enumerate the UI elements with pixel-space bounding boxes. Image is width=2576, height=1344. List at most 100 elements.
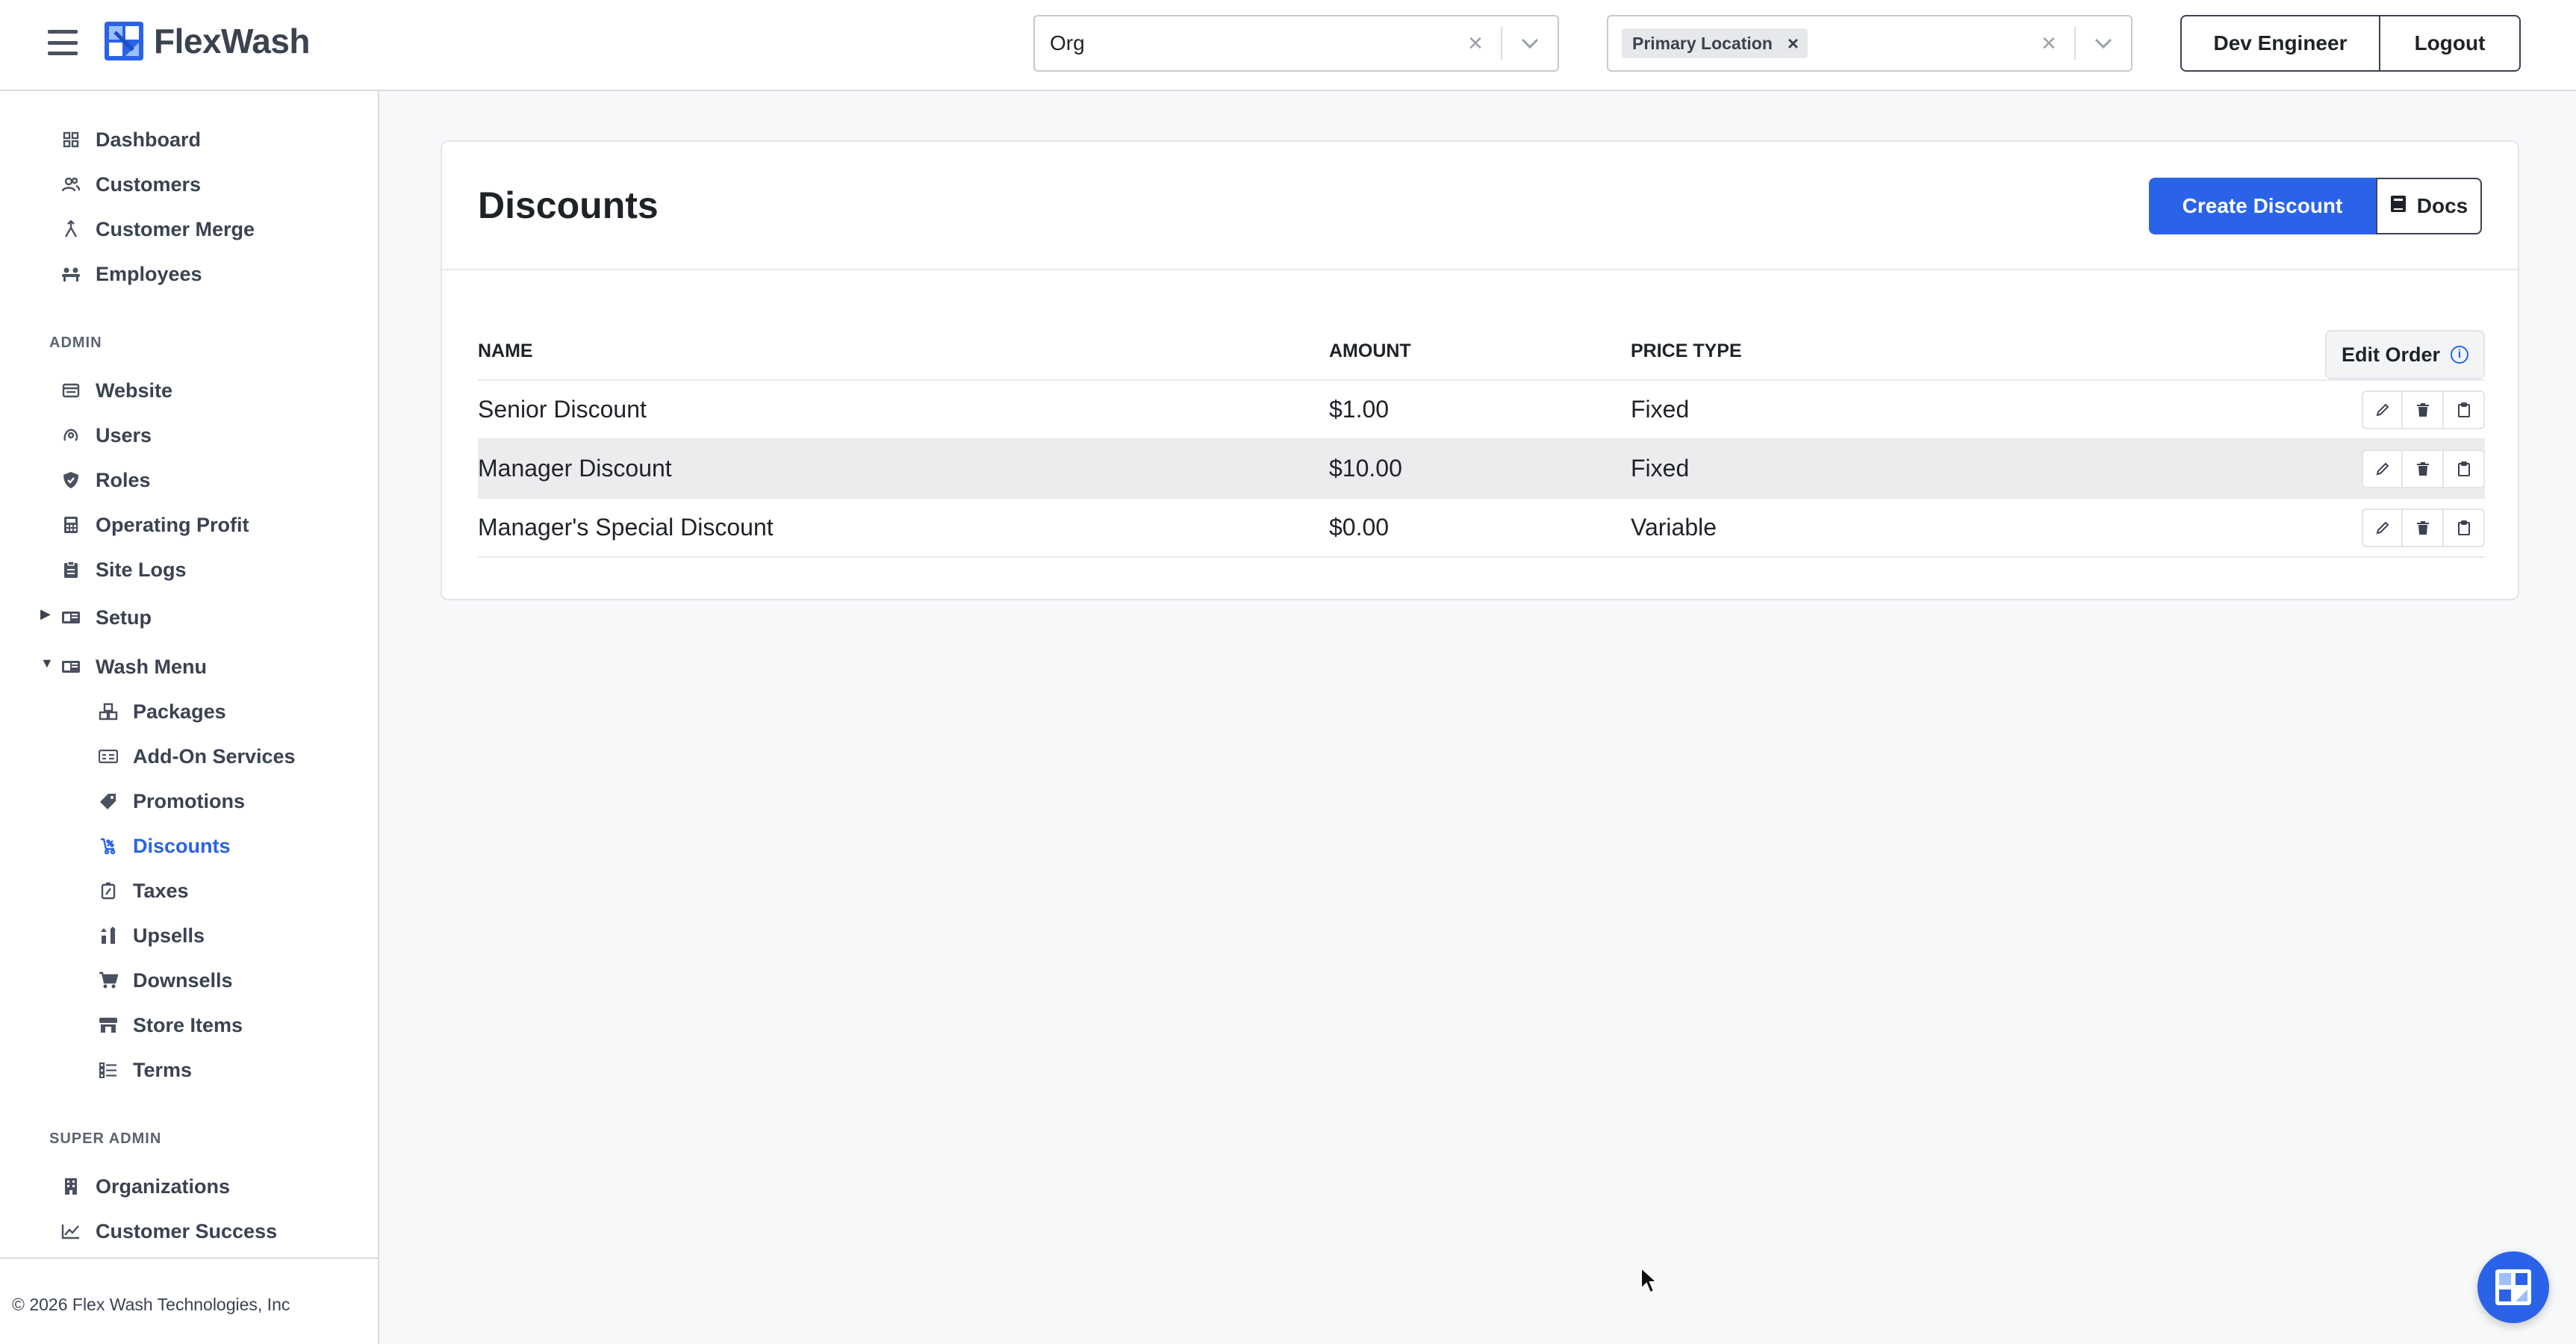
section-label-super-admin: SUPER ADMIN xyxy=(49,1130,162,1147)
sidebar-item-label: Downsells xyxy=(133,968,233,992)
sidebar-item-label: Website xyxy=(96,379,173,402)
logout-button[interactable]: Logout xyxy=(2380,15,2521,72)
website-icon xyxy=(61,381,81,400)
cell-name: Manager Discount xyxy=(478,455,672,482)
sidebar-item-store-items[interactable]: Store Items xyxy=(99,1007,243,1044)
sidebar-item-organizations[interactable]: Organizations xyxy=(61,1168,230,1205)
copy-clipboard-icon[interactable] xyxy=(2444,391,2485,429)
sidebar-item-discounts[interactable]: Discounts xyxy=(99,827,231,865)
table-row[interactable]: Manager Discount $10.00 Fixed xyxy=(478,440,2485,499)
sidebar-item-wash-menu[interactable]: Wash Menu xyxy=(61,648,207,685)
sidebar-item-site-logs[interactable]: Site Logs xyxy=(61,551,187,588)
org-select-value: Org xyxy=(1050,31,1085,55)
sidebar-item-label: Taxes xyxy=(133,879,189,902)
sidebar-item-label: Users xyxy=(96,423,152,447)
section-label-admin: ADMIN xyxy=(49,335,102,351)
user-button[interactable]: Dev Engineer xyxy=(2180,15,2380,72)
help-chat-button[interactable] xyxy=(2477,1251,2549,1323)
caret-right-icon[interactable]: ▶ xyxy=(40,606,51,622)
building-icon xyxy=(61,1177,81,1196)
edit-pencil-icon[interactable] xyxy=(2362,391,2403,429)
column-header-name[interactable]: NAME xyxy=(478,321,533,381)
org-clear-icon[interactable]: × xyxy=(1450,27,1502,60)
location-clear-icon[interactable]: × xyxy=(2023,27,2076,60)
sidebar-item-label: Customers xyxy=(96,172,202,196)
sidebar-item-website[interactable]: Website xyxy=(61,372,172,409)
table-row[interactable]: Senior Discount $1.00 Fixed xyxy=(478,381,2485,440)
create-discount-button[interactable]: Create Discount xyxy=(2149,178,2376,234)
sidebar-item-customers[interactable]: Customers xyxy=(61,166,201,203)
sidebar-item-label: Site Logs xyxy=(96,558,187,581)
card-header: Discounts Create Discount Docs xyxy=(442,142,2518,270)
tag-icon xyxy=(99,791,118,811)
sidebar-item-upsells[interactable]: Upsells xyxy=(99,917,205,954)
discounts-card: Discounts Create Discount Docs NAME AMOU… xyxy=(441,140,2519,600)
copy-clipboard-icon[interactable] xyxy=(2444,449,2485,488)
sidebar-item-label: Store Items xyxy=(133,1013,243,1036)
terms-icon xyxy=(99,1060,118,1080)
table-row[interactable]: Manager's Special Discount $0.00 Variabl… xyxy=(478,499,2485,558)
edit-pencil-icon[interactable] xyxy=(2362,508,2403,547)
employees-icon xyxy=(61,264,81,284)
sidebar-item-label: Roles xyxy=(96,468,151,491)
sidebar-item-label: Discounts xyxy=(133,834,231,857)
mouse-cursor-icon xyxy=(1640,1266,1659,1294)
account-buttons: Dev Engineer Logout xyxy=(2180,15,2521,72)
sidebar-item-customer-merge[interactable]: Customer Merge xyxy=(61,211,255,248)
sidebar-item-taxes[interactable]: Taxes xyxy=(99,872,189,909)
delete-trash-icon[interactable] xyxy=(2403,391,2444,429)
org-select[interactable]: Org × xyxy=(1033,15,1559,72)
column-header-amount[interactable]: AMOUNT xyxy=(1329,321,1411,381)
location-chip: Primary Location × xyxy=(1622,28,1808,58)
wash-menu-icon xyxy=(61,657,81,676)
sidebar-item-downsells[interactable]: Downsells xyxy=(99,962,233,999)
sidebar-item-promotions[interactable]: Promotions xyxy=(99,783,245,820)
edit-pencil-icon[interactable] xyxy=(2362,449,2403,488)
sidebar-item-label: Promotions xyxy=(133,789,246,812)
docs-button[interactable]: Docs xyxy=(2376,178,2482,234)
sidebar-item-label: Operating Profit xyxy=(96,513,249,536)
chip-remove-icon[interactable]: × xyxy=(1788,32,1799,55)
chart-line-icon xyxy=(61,1222,81,1241)
customers-icon xyxy=(61,175,81,194)
sidebar-item-operating-profit[interactable]: Operating Profit xyxy=(61,506,249,544)
edit-order-button[interactable]: Edit Order i xyxy=(2325,330,2485,379)
sidebar-item-label: Terms xyxy=(133,1058,193,1081)
caret-down-icon[interactable]: ▼ xyxy=(40,656,54,671)
delete-trash-icon[interactable] xyxy=(2403,449,2444,488)
location-chevron-down-icon[interactable] xyxy=(2076,27,2131,60)
add-on-icon xyxy=(99,747,118,766)
docs-button-label: Docs xyxy=(2416,194,2468,217)
sidebar-item-customer-success[interactable]: Customer Success xyxy=(61,1213,277,1250)
sidebar-item-roles[interactable]: Roles xyxy=(61,461,151,499)
row-actions xyxy=(2362,508,2485,547)
sidebar-item-setup[interactable]: Setup xyxy=(61,599,152,636)
sidebar-item-label: Customer Merge xyxy=(96,217,255,240)
sidebar-item-dashboard[interactable]: Dashboard xyxy=(61,121,201,158)
store-icon xyxy=(99,1015,118,1035)
calculator-icon xyxy=(61,515,81,535)
setup-icon xyxy=(61,608,81,627)
sidebar-item-add-on-services[interactable]: Add-On Services xyxy=(99,738,296,775)
top-bar: FlexWash Org × Primary Location × × Dev … xyxy=(0,0,2576,91)
sidebar-item-packages[interactable]: Packages xyxy=(99,693,226,730)
flexwash-logo-icon xyxy=(105,22,143,60)
sidebar-item-users[interactable]: Users xyxy=(61,417,152,454)
clipboard-icon xyxy=(61,560,81,579)
copy-clipboard-icon[interactable] xyxy=(2444,508,2485,547)
location-chip-label: Primary Location xyxy=(1632,33,1773,53)
table-header-row: NAME AMOUNT PRICE TYPE Edit Order i xyxy=(478,321,2485,381)
taxes-icon xyxy=(99,881,118,900)
brand[interactable]: FlexWash xyxy=(105,21,311,61)
column-header-price-type[interactable]: PRICE TYPE xyxy=(1631,321,1742,381)
merge-icon xyxy=(61,220,81,239)
sidebar-item-employees[interactable]: Employees xyxy=(61,255,202,293)
delete-trash-icon[interactable] xyxy=(2403,508,2444,547)
sidebar-item-terms[interactable]: Terms xyxy=(99,1051,192,1089)
sidebar-divider xyxy=(0,1257,378,1259)
org-chevron-down-icon[interactable] xyxy=(1502,27,1558,60)
info-icon[interactable]: i xyxy=(2451,346,2469,364)
hamburger-menu-icon[interactable] xyxy=(48,30,78,55)
cell-name: Manager's Special Discount xyxy=(478,514,774,541)
location-select[interactable]: Primary Location × × xyxy=(1607,15,2132,72)
